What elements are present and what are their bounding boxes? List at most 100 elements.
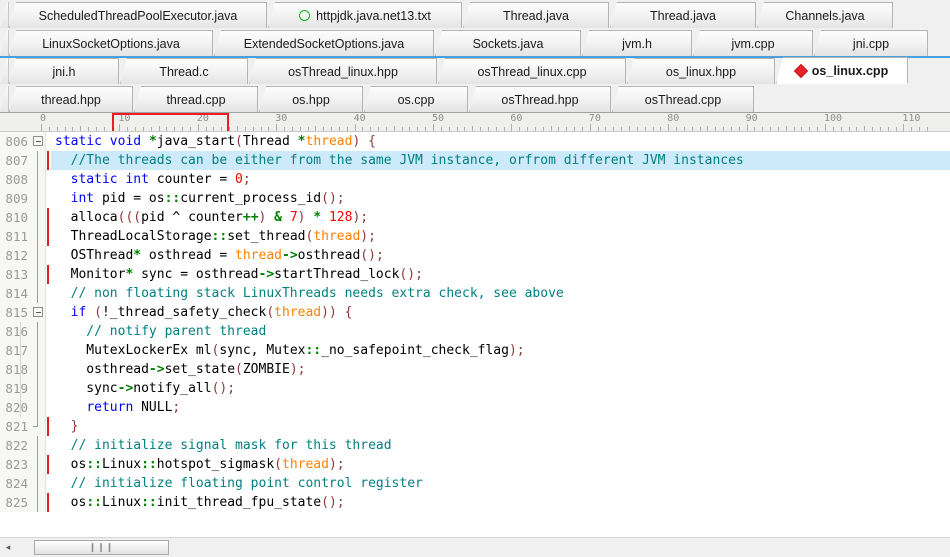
ruler-tick-label: 90 [745,113,758,124]
tab-thread-java[interactable]: Thread.java [610,2,756,28]
code-text[interactable]: // initialize signal mask for this threa… [51,436,950,455]
tab-extendedsocketoptions-java[interactable]: ExtendedSocketOptions.java [214,30,434,56]
code-line[interactable]: 815 if (!_thread_safety_check(thread)) { [0,303,950,322]
fold-column[interactable] [31,322,46,341]
tab-linuxsocketoptions-java[interactable]: LinuxSocketOptions.java [9,30,213,56]
code-text[interactable]: static void *java_start(Thread *thread) … [51,132,950,151]
tab-os-linux-hpp[interactable]: os_linux.hpp [627,58,775,84]
tab-os-linux-cpp[interactable]: os_linux.cpp [776,57,908,84]
code-text[interactable]: return NULL; [19,398,950,417]
fold-column[interactable] [31,170,46,189]
code-text[interactable]: MutexLockerEx ml(sync, Mutex::_no_safepo… [19,341,950,360]
code-token: -> [117,381,134,396]
tab-thread-c[interactable]: Thread.c [120,58,248,84]
horizontal-scrollbar[interactable]: ◂ ❙❙❙ [0,537,950,557]
code-line[interactable]: 817 MutexLockerEx ml(sync, Mutex::_no_sa… [0,341,950,360]
tab-os-cpp[interactable]: os.cpp [364,86,468,112]
ruler-major-tick [119,124,121,131]
fold-column[interactable] [31,246,46,265]
code-line[interactable]: 813 Monitor* sync = osthread->startThrea… [0,265,950,284]
tab-osthread-hpp[interactable]: osThread.hpp [469,86,611,112]
fold-column[interactable] [31,436,46,455]
code-line[interactable]: 811 ThreadLocalStorage::set_thread(threa… [0,227,950,246]
tab-thread-hpp[interactable]: thread.hpp [9,86,133,112]
scrollbar-thumb[interactable]: ❙❙❙ [34,540,169,555]
fold-column[interactable] [31,379,46,398]
fold-column[interactable] [31,208,46,227]
fold-column[interactable] [31,284,46,303]
code-text[interactable]: if (!_thread_safety_check(thread)) { [51,303,950,322]
code-text[interactable]: // notify parent thread [19,322,950,341]
fold-collapse-icon[interactable] [33,307,43,317]
tab-osthread-cpp[interactable]: osThread.cpp [612,86,754,112]
code-text[interactable]: int pid = os::current_process_id(); [51,189,950,208]
code-text[interactable]: Monitor* sync = osthread->startThread_lo… [51,265,950,284]
fold-column[interactable] [31,151,46,170]
scroll-left-arrow-icon[interactable]: ◂ [0,539,16,556]
code-text[interactable]: os::Linux::init_thread_fpu_state(); [51,493,950,512]
code-line[interactable]: 822 // initialize signal mask for this t… [0,436,950,455]
code-line[interactable]: 818 osthread->set_state(ZOMBIE); [0,360,950,379]
ruler-minor-tick [723,127,725,131]
tab-sockets-java[interactable]: Sockets.java [435,30,581,56]
code-text[interactable]: os::Linux::hotspot_sigmask(thread); [51,455,950,474]
tab-jvm-h[interactable]: jvm.h [582,30,692,56]
code-text[interactable]: // non floating stack LinuxThreads needs… [51,284,950,303]
fold-column[interactable] [31,417,46,436]
code-line[interactable]: 820 return NULL; [0,398,950,417]
tab-jni-h[interactable]: jni.h [9,58,119,84]
tab-thread-java[interactable]: Thread.java [463,2,609,28]
code-line[interactable]: 810 alloca(((pid ^ counter++) & 7) * 128… [0,208,950,227]
code-line[interactable]: 819 sync->notify_all(); [0,379,950,398]
tab-osthread-linux-cpp[interactable]: osThread_linux.cpp [438,58,626,84]
ruler-minor-tick [683,127,685,131]
fold-column[interactable] [31,360,46,379]
code-line[interactable]: 823 os::Linux::hotspot_sigmask(thread); [0,455,950,474]
code-text[interactable]: alloca(((pid ^ counter++) & 7) * 128); [51,208,950,227]
code-editor[interactable]: 806 static void *java_start(Thread *threa… [0,132,950,512]
code-line[interactable]: 808 static int counter = 0; [0,170,950,189]
line-number: 821 [0,417,31,436]
ruler-minor-tick [730,127,732,131]
code-line[interactable]: 809 int pid = os::current_process_id(); [0,189,950,208]
code-line[interactable]: 807 //The threads can be either from the… [0,151,950,170]
tab-channels-java[interactable]: Channels.java [757,2,893,28]
fold-column[interactable] [31,265,46,284]
code-text[interactable]: } [51,417,950,436]
fold-column[interactable] [31,398,46,417]
tab-os-hpp[interactable]: os.hpp [259,86,363,112]
fold-column[interactable] [31,227,46,246]
tab-osthread-linux-hpp[interactable]: osThread_linux.hpp [249,58,437,84]
fold-column[interactable] [31,493,46,512]
tab-jvm-cpp[interactable]: jvm.cpp [693,30,813,56]
code-token: _thread_safety_check [109,305,267,320]
fold-column[interactable] [31,189,46,208]
fold-column[interactable] [31,341,46,360]
code-text[interactable]: sync->notify_all(); [19,379,950,398]
tab-httpjdk-java-net13-txt[interactable]: httpjdk.java.net13.txt [268,2,462,28]
ruler-minor-tick [581,127,583,131]
code-line[interactable]: 812 OSThread* osthread = thread->osthrea… [0,246,950,265]
tab-jni-cpp[interactable]: jni.cpp [814,30,928,56]
fold-column[interactable] [31,132,46,151]
ruler-minor-tick [487,127,489,131]
code-line[interactable]: 824 // initialize floating point control… [0,474,950,493]
code-text[interactable]: static int counter = 0; [51,170,950,189]
code-text[interactable]: ThreadLocalStorage::set_thread(thread); [51,227,950,246]
tab-scheduledthreadpoolexecutor-java[interactable]: ScheduledThreadPoolExecutor.java [9,2,267,28]
fold-column[interactable] [31,474,46,493]
code-text[interactable]: // initialize floating point control reg… [51,474,950,493]
fold-column[interactable] [31,303,46,322]
code-line[interactable]: 814 // non floating stack LinuxThreads n… [0,284,950,303]
code-text[interactable]: //The threads can be either from the sam… [51,151,950,170]
scrollbar-track[interactable]: ❙❙❙ [16,539,950,556]
fold-column[interactable] [31,455,46,474]
code-line[interactable]: 825 os::Linux::init_thread_fpu_state(); [0,493,950,512]
code-line[interactable]: 816 // notify parent thread [0,322,950,341]
code-text[interactable]: osthread->set_state(ZOMBIE); [19,360,950,379]
code-line[interactable]: 821 } [0,417,950,436]
fold-collapse-icon[interactable] [33,136,43,146]
code-line[interactable]: 806 static void *java_start(Thread *threa… [0,132,950,151]
tab-thread-cpp[interactable]: thread.cpp [134,86,258,112]
code-text[interactable]: OSThread* osthread = thread->osthread(); [51,246,950,265]
